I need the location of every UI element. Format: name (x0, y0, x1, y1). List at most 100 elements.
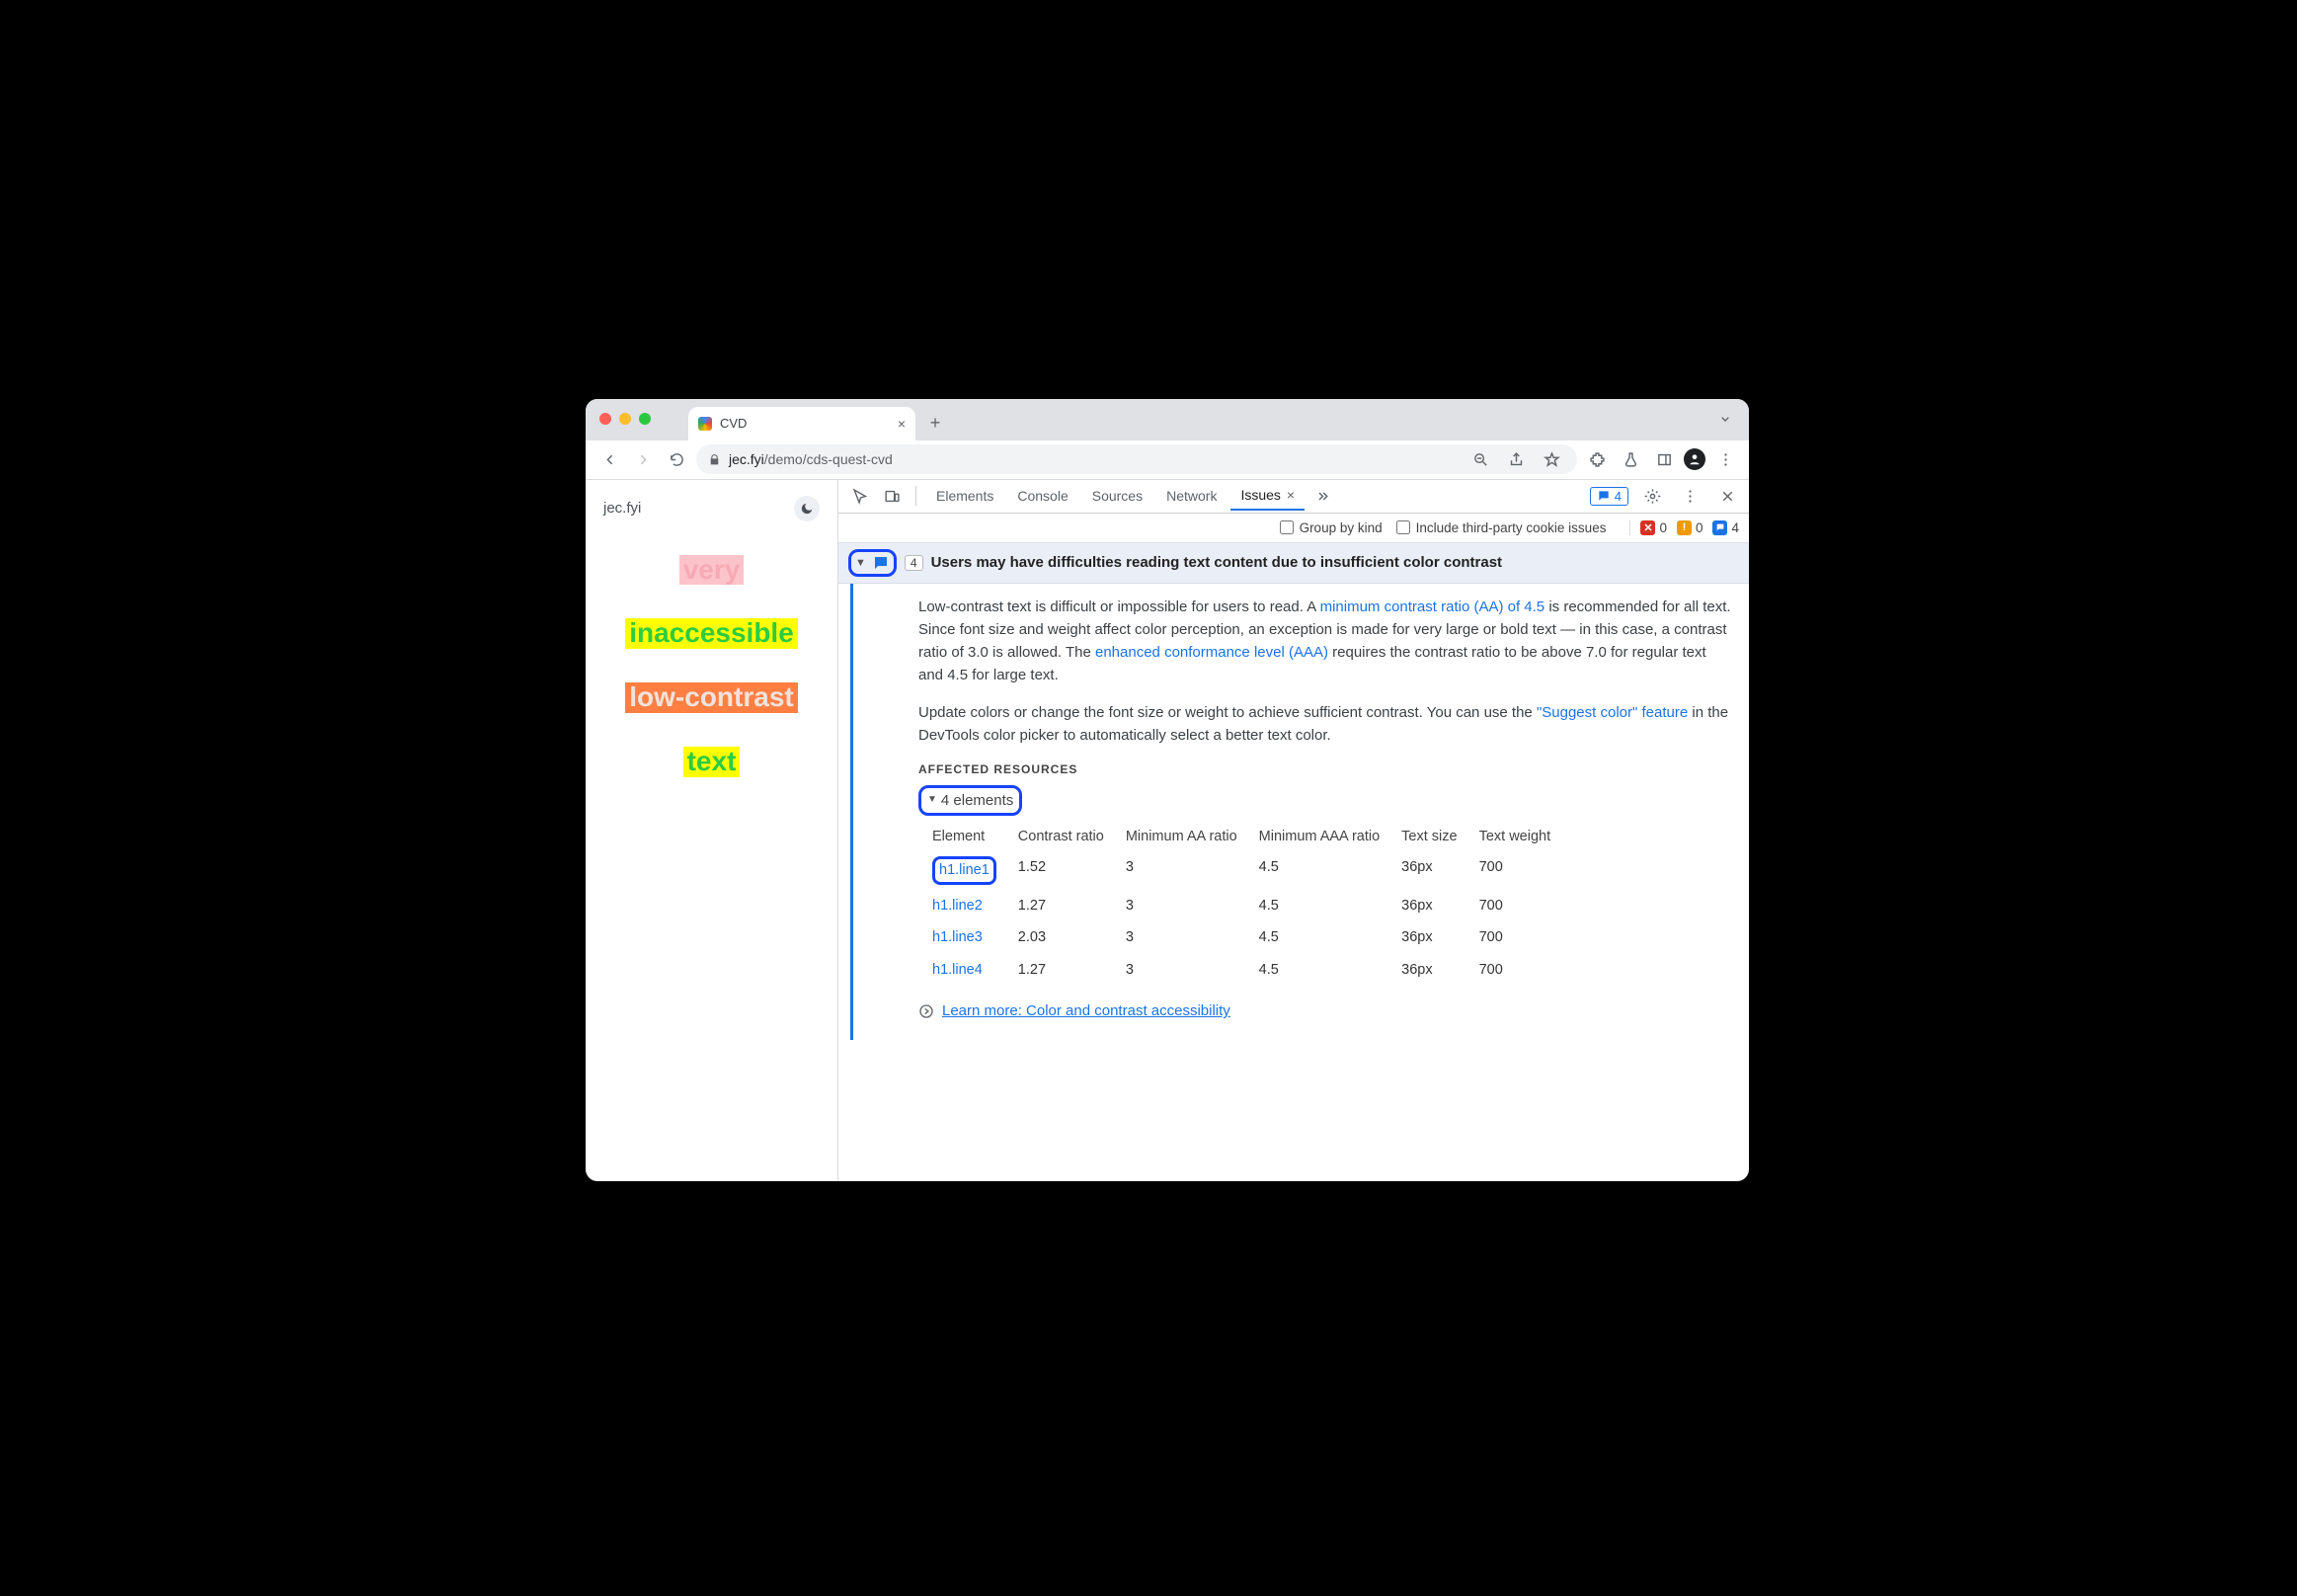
profile-avatar-icon[interactable] (1684, 448, 1705, 470)
table-row: h1.line4 1.27 3 4.5 36px 700 (932, 954, 1572, 986)
window-close[interactable] (599, 413, 611, 425)
col-weight: Text weight (1479, 822, 1573, 851)
browser-tab[interactable]: CVD × (688, 407, 915, 440)
table-row: h1.line3 2.03 3 4.5 36px 700 (932, 921, 1572, 953)
link-enhanced-aaa[interactable]: enhanced conformance level (AAA) (1095, 644, 1328, 661)
tab-issues[interactable]: Issues × (1230, 481, 1305, 511)
link-min-contrast-aa[interactable]: minimum contrast ratio (AA) of 4.5 (1320, 598, 1545, 615)
info-count: 4 (1731, 520, 1739, 535)
tab-sources[interactable]: Sources (1082, 482, 1152, 510)
device-toolbar-icon[interactable] (878, 482, 906, 510)
labs-flask-icon[interactable] (1617, 445, 1644, 473)
issues-list: ▼ 4 Users may have difficulties reading … (838, 543, 1749, 1181)
col-size: Text size (1401, 822, 1478, 851)
devtools-panel: Elements Console Sources Network Issues ×… (838, 480, 1749, 1181)
element-link[interactable]: h1.line1 (939, 862, 990, 878)
issue-paragraph-2: Update colors or change the font size or… (918, 701, 1731, 748)
issue-counters: ✕ 0 ! 0 4 (1629, 520, 1739, 535)
element-link[interactable]: h1.line3 (932, 929, 983, 945)
share-icon[interactable] (1502, 445, 1530, 473)
page-viewport: jec.fyi very inaccessible low-contrast t… (586, 480, 838, 1181)
sample-word-1: very (679, 555, 745, 586)
col-contrast: Contrast ratio (1018, 822, 1126, 851)
omnibox[interactable]: jec.fyi/demo/cds-quest-cvd (696, 444, 1577, 474)
nav-back-button[interactable] (595, 445, 623, 473)
tab-console[interactable]: Console (1007, 482, 1077, 510)
new-tab-button[interactable]: + (921, 410, 949, 438)
window-maximize[interactable] (639, 413, 651, 425)
issue-message-icon (872, 554, 890, 572)
table-row: h1.line2 1.27 3 4.5 36px 700 (932, 890, 1572, 921)
element-link-highlight: h1.line1 (932, 856, 996, 884)
devtools-close-icon[interactable] (1713, 482, 1741, 510)
issue-title: Users may have difficulties reading text… (931, 554, 1502, 571)
zoom-icon[interactable] (1466, 445, 1494, 473)
favicon-icon (698, 417, 712, 431)
settings-gear-icon[interactable] (1638, 482, 1666, 510)
nav-forward-button[interactable] (629, 445, 657, 473)
more-tabs-chevron-icon[interactable] (1308, 482, 1336, 510)
learn-more-link[interactable]: Learn more: Color and contrast accessibi… (942, 999, 1230, 1022)
arrow-right-circle-icon (918, 1003, 934, 1019)
browser-menu-icon[interactable] (1711, 445, 1739, 473)
disclosure-triangle-icon: ▼ (927, 792, 937, 808)
issue-paragraph-1: Low-contrast text is difficult or imposs… (918, 596, 1731, 687)
col-min-aaa: Minimum AAA ratio (1259, 822, 1402, 851)
table-row: h1.line1 1.52 3 4.5 36px 700 (932, 851, 1572, 889)
error-count: 0 (1659, 520, 1667, 535)
include-3p-label: Include third-party cookie issues (1416, 520, 1607, 535)
info-pill-icon (1712, 520, 1727, 535)
affected-elements-table: Element Contrast ratio Minimum AA ratio … (932, 822, 1572, 986)
browser-window: CVD × + jec.fyi/demo/cds-quest-cvd (586, 399, 1749, 1181)
disclosure-triangle-icon[interactable]: ▼ (855, 557, 866, 569)
warning-pill-icon: ! (1677, 520, 1692, 535)
sample-word-3: low-contrast (625, 682, 797, 713)
tab-issues-label: Issues (1240, 487, 1280, 503)
col-element: Element (932, 822, 1018, 851)
inspect-element-icon[interactable] (846, 482, 874, 510)
element-link[interactable]: h1.line2 (932, 898, 983, 914)
issues-subbar: Group by kind Include third-party cookie… (838, 514, 1749, 543)
devtools-menu-icon[interactable] (1676, 482, 1703, 510)
bookmark-star-icon[interactable] (1538, 445, 1565, 473)
window-minimize[interactable] (619, 413, 631, 425)
tab-issues-close-icon[interactable]: × (1287, 487, 1295, 503)
content-area: jec.fyi very inaccessible low-contrast t… (586, 480, 1749, 1181)
error-pill-icon: ✕ (1640, 520, 1655, 535)
issue-count-badge: 4 (905, 555, 923, 571)
element-link[interactable]: h1.line4 (932, 962, 983, 978)
sample-word-4: text (683, 747, 741, 777)
lock-icon (708, 453, 721, 466)
learn-more-row: Learn more: Color and contrast accessibi… (918, 999, 1731, 1022)
link-suggest-color[interactable]: "Suggest color" feature (1537, 704, 1688, 721)
elements-summary-highlight[interactable]: ▼ 4 elements (918, 785, 1022, 816)
issue-icon-highlight: ▼ (848, 549, 897, 577)
tabs-menu-chevron-icon[interactable] (1717, 411, 1733, 427)
url-text: jec.fyi/demo/cds-quest-cvd (729, 451, 893, 467)
tab-close-icon[interactable]: × (898, 416, 906, 432)
affected-resources-label: AFFECTED RESOURCES (918, 760, 1731, 779)
page-header: jec.fyi (595, 496, 828, 521)
include-3p-cookies-checkbox[interactable]: Include third-party cookie issues (1396, 520, 1607, 535)
extensions-icon[interactable] (1583, 445, 1611, 473)
issues-chip[interactable]: 4 (1590, 487, 1628, 506)
tab-network[interactable]: Network (1156, 482, 1227, 510)
group-by-kind-checkbox[interactable]: Group by kind (1280, 520, 1383, 535)
tab-strip: CVD × + (586, 399, 1749, 440)
sample-word-2: inaccessible (625, 618, 798, 649)
side-panel-icon[interactable] (1650, 445, 1678, 473)
dark-mode-toggle[interactable] (794, 496, 820, 521)
tab-title: CVD (720, 416, 747, 431)
site-label: jec.fyi (603, 500, 641, 517)
warning-count: 0 (1696, 520, 1703, 535)
devtools-tabstrip: Elements Console Sources Network Issues ×… (838, 480, 1749, 514)
window-controls (599, 413, 651, 425)
nav-reload-button[interactable] (663, 445, 690, 473)
group-by-kind-label: Group by kind (1300, 520, 1383, 535)
address-bar: jec.fyi/demo/cds-quest-cvd (586, 440, 1749, 480)
tab-elements[interactable]: Elements (926, 482, 1003, 510)
elements-summary-text: 4 elements (941, 789, 1013, 812)
col-min-aa: Minimum AA ratio (1126, 822, 1259, 851)
issues-chip-count: 4 (1615, 489, 1622, 504)
issue-header[interactable]: ▼ 4 Users may have difficulties reading … (838, 543, 1749, 584)
